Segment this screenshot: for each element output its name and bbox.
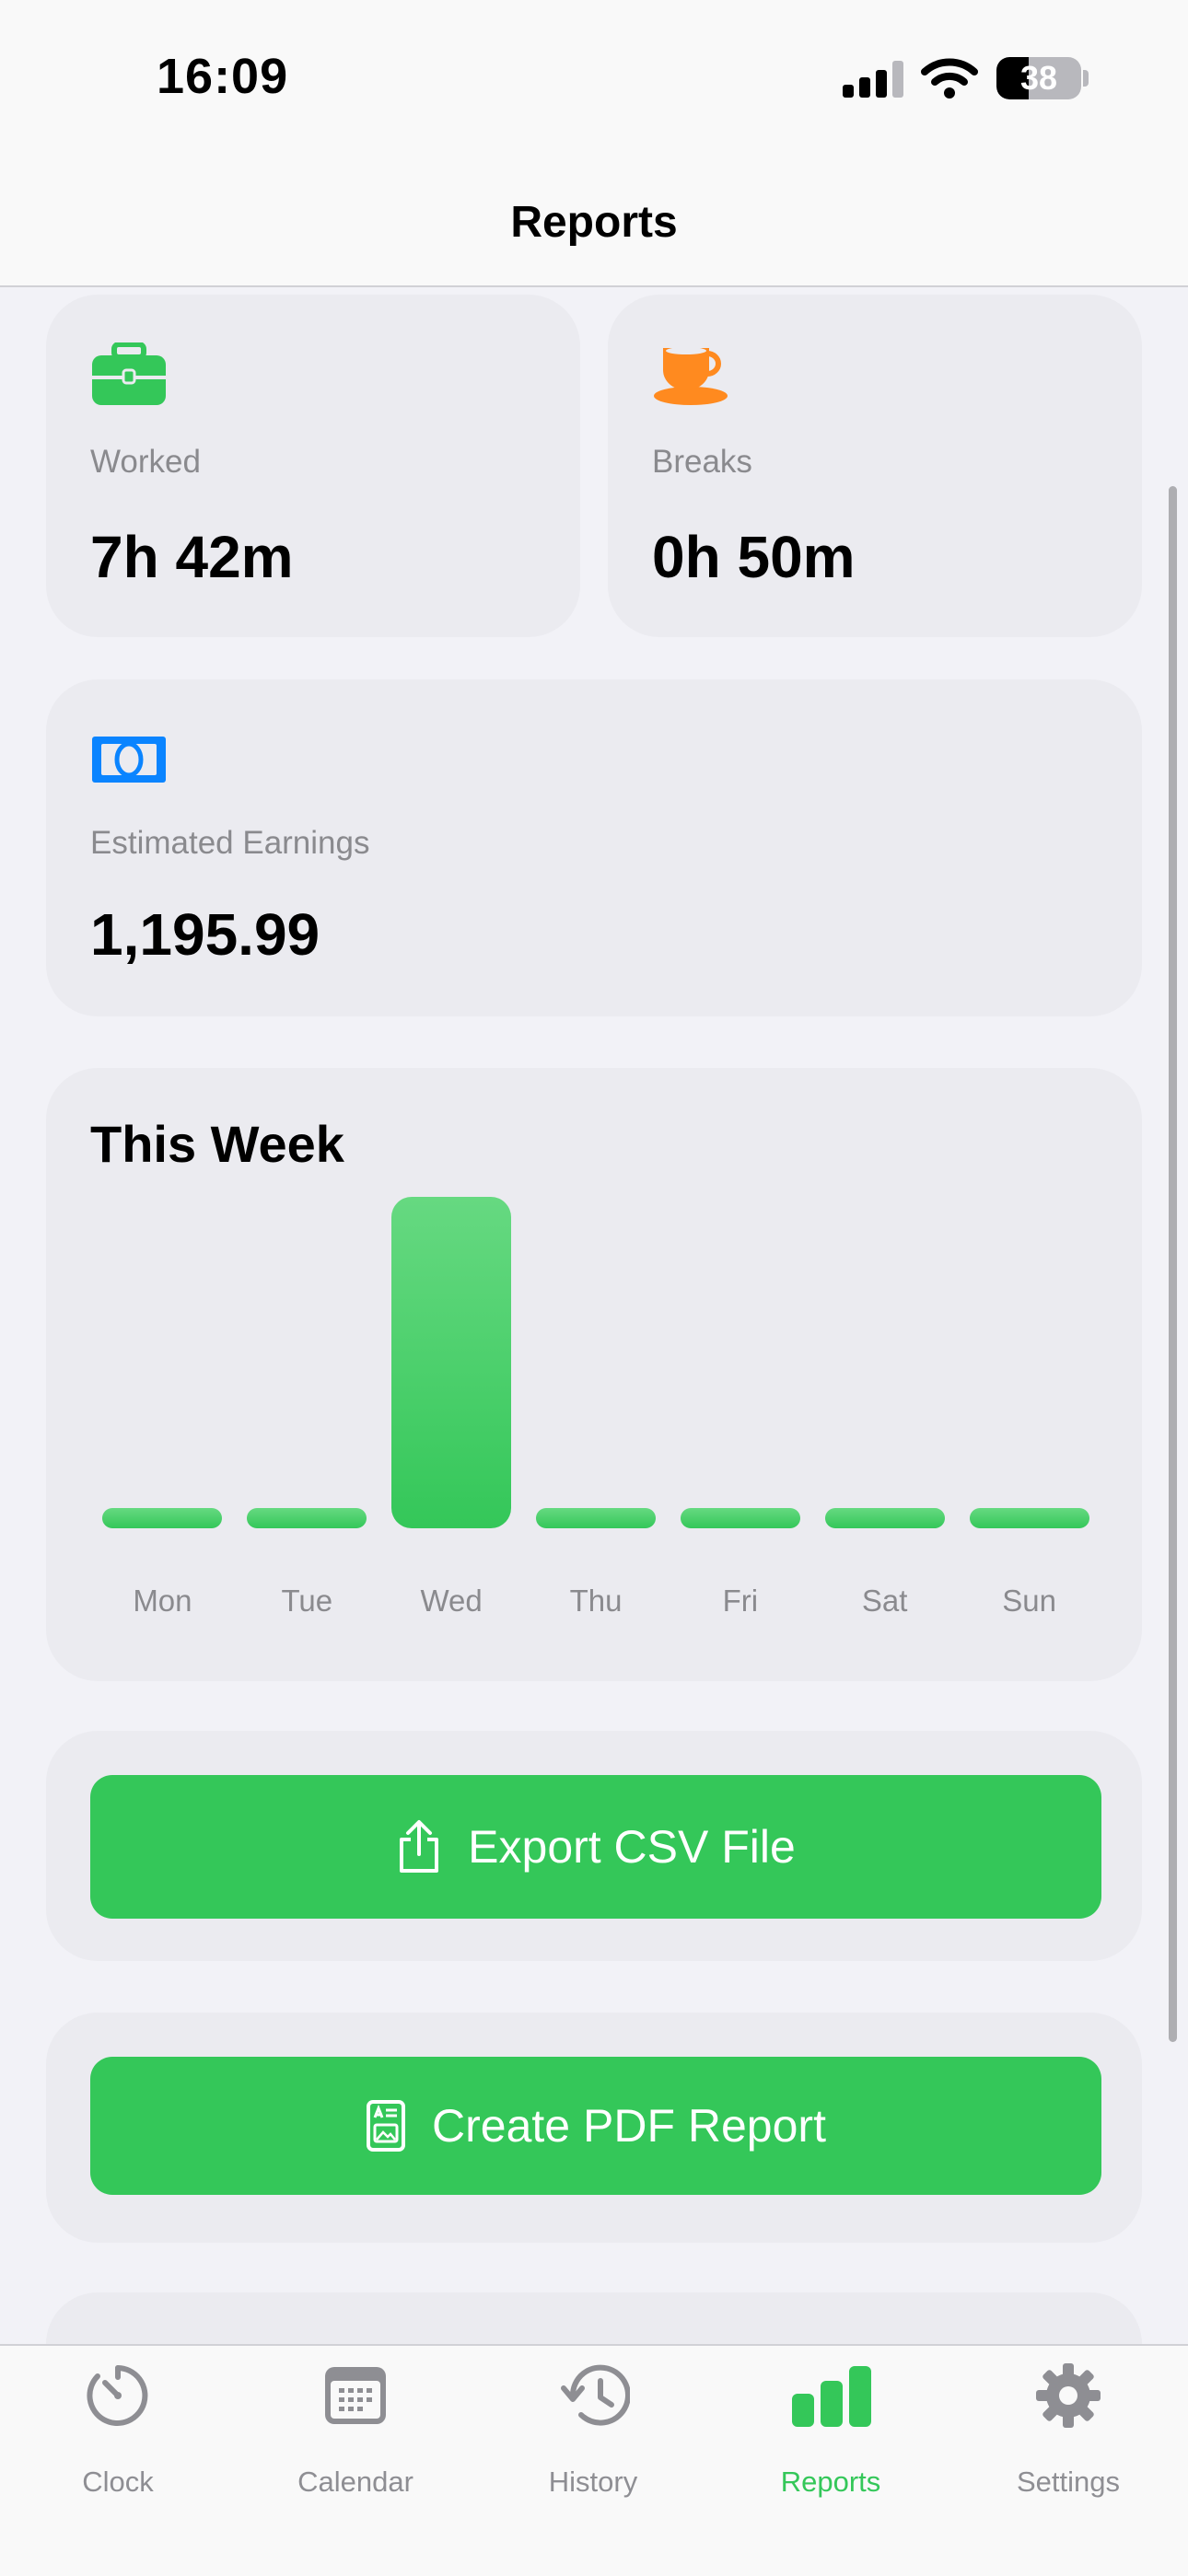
bar-chart: [90, 1197, 1101, 1528]
tab-history-label: History: [548, 2466, 638, 2498]
create-pdf-button[interactable]: Create PDF Report: [90, 2057, 1101, 2195]
document-icon: [367, 2100, 406, 2152]
tab-calendar[interactable]: Calendar: [254, 2362, 457, 2501]
share-icon: [400, 1820, 439, 1873]
earnings-value: 1,195.99: [90, 901, 320, 968]
export-csv-label: Export CSV File: [468, 1821, 796, 1873]
briefcase-icon: [92, 342, 166, 405]
tab-reports-label: Reports: [780, 2466, 881, 2498]
gear-icon: [1036, 2363, 1101, 2428]
tab-clock-label: Clock: [82, 2466, 154, 2498]
navigation-bar: Reports: [0, 157, 1188, 287]
chart-title: This Week: [90, 1115, 344, 1173]
wifi-icon: [921, 58, 978, 99]
breaks-label: Breaks: [652, 444, 752, 480]
bar-chart-icon: [792, 2366, 871, 2427]
earnings-label: Estimated Earnings: [90, 825, 370, 861]
chart-day-label: Mon: [133, 1584, 192, 1618]
tab-settings-label: Settings: [1016, 2466, 1120, 2498]
coffee-cup-icon: [654, 347, 728, 405]
chart-bar-sun: [969, 1508, 1089, 1528]
battery-cap: [1083, 70, 1089, 87]
battery-level: 38: [1019, 59, 1058, 97]
worked-card: Worked 7h 42m: [46, 295, 580, 637]
worked-value: 7h 42m: [90, 524, 294, 590]
battery-icon: 38: [996, 57, 1081, 99]
status-bar: 16:09 38: [0, 0, 1188, 157]
chart-bar-fri: [680, 1508, 800, 1528]
tab-history[interactable]: History: [492, 2362, 694, 2501]
create-pdf-label: Create PDF Report: [432, 2100, 826, 2152]
timer-icon: [87, 2365, 148, 2426]
weekly-chart-card: This Week Mon Tue Wed Thu Fri Sat Sun: [46, 1068, 1142, 1681]
chart-bar-tue: [247, 1508, 367, 1528]
history-icon: [561, 2364, 630, 2426]
chart-day-label: Wed: [420, 1584, 483, 1618]
chart-day-label: Sat: [861, 1584, 908, 1618]
scroll-indicator[interactable]: [1169, 486, 1177, 2042]
banknote-icon: [92, 737, 166, 783]
chart-day-label: Sun: [1002, 1584, 1056, 1618]
earnings-card: Estimated Earnings 1,195.99: [46, 679, 1142, 1016]
breaks-card: Breaks 0h 50m: [608, 295, 1142, 637]
chart-day-label: Fri: [722, 1584, 759, 1618]
page-title: Reports: [510, 198, 678, 247]
export-csv-button[interactable]: Export CSV File: [90, 1775, 1101, 1919]
chart-bar-wed: [391, 1197, 512, 1528]
tab-clock[interactable]: Clock: [17, 2362, 219, 2501]
tab-calendar-label: Calendar: [297, 2466, 413, 2498]
cellular-signal-icon: [843, 61, 903, 98]
worked-label: Worked: [90, 444, 201, 480]
chart-bar-sat: [824, 1508, 945, 1528]
chart-day-label: Tue: [281, 1584, 333, 1618]
tab-settings[interactable]: Settings: [967, 2362, 1170, 2501]
chart-bar-thu: [536, 1508, 656, 1528]
tab-bar: Clock Calendar History Reports Settings: [0, 2344, 1188, 2576]
export-csv-card: Export CSV File: [46, 1731, 1142, 1961]
chart-day-label: Thu: [569, 1584, 623, 1618]
status-time: 16:09: [157, 49, 289, 104]
breaks-value: 0h 50m: [652, 524, 856, 590]
chart-bar-mon: [102, 1508, 223, 1528]
tab-reports[interactable]: Reports: [729, 2362, 932, 2501]
calendar-icon: [325, 2367, 386, 2424]
create-pdf-card: Create PDF Report: [46, 2013, 1142, 2243]
